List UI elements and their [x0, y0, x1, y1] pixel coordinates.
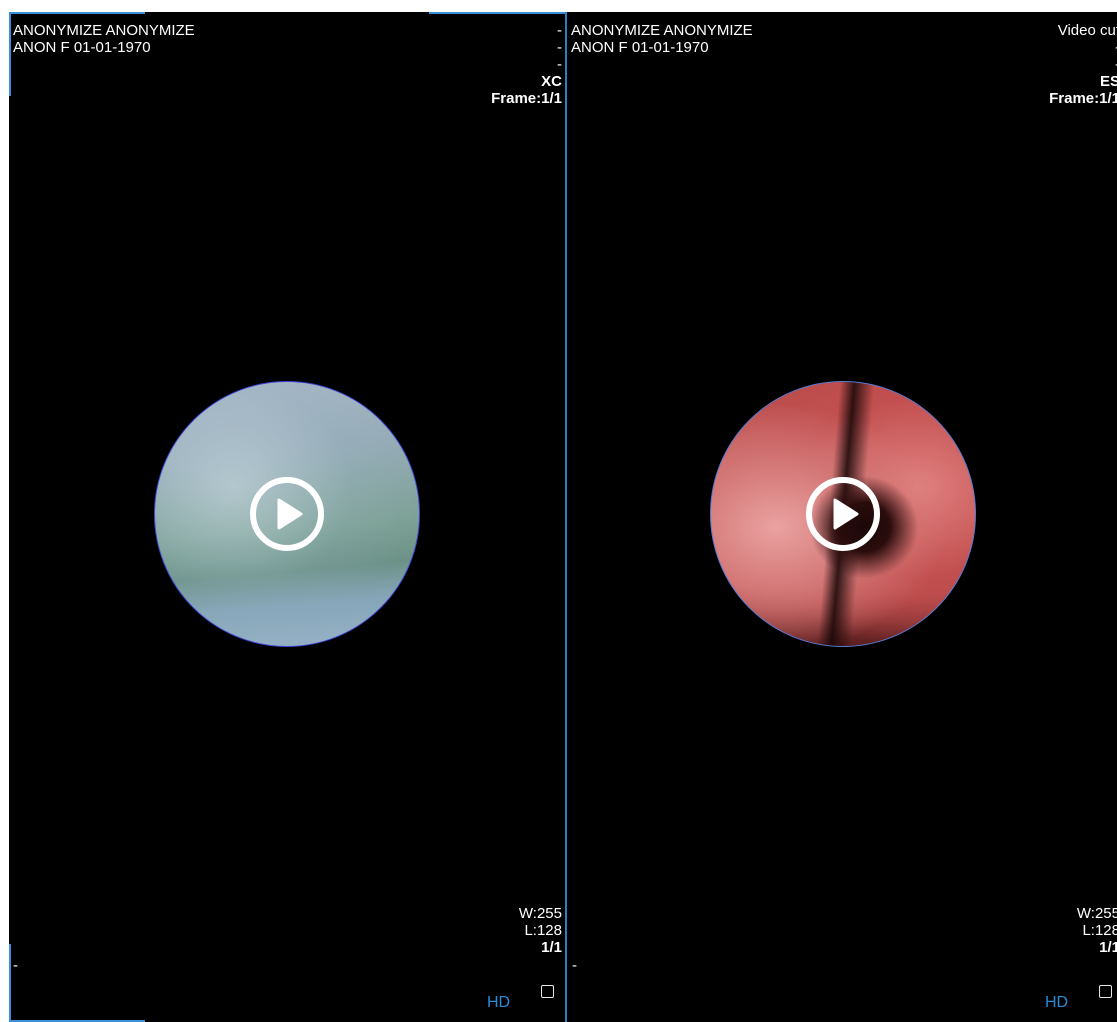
modality: XC: [541, 73, 562, 90]
play-circle-icon[interactable]: [248, 475, 326, 553]
viewport-left[interactable]: ANONYMIZE ANONYMIZE ANON F 01-01-1970 - …: [9, 12, 567, 1022]
window-level: L:128: [524, 922, 562, 939]
patient-name: ANONYMIZE ANONYMIZE: [13, 22, 195, 39]
active-corner-accent: [9, 12, 145, 14]
endoscopy-thumbnail[interactable]: [154, 381, 420, 647]
play-circle-icon[interactable]: [804, 475, 882, 553]
active-corner-accent: [9, 12, 11, 96]
hd-label: HD: [1045, 994, 1069, 1011]
frame-counter: Frame:1/1: [491, 90, 562, 107]
window-level-overlay: W:255 L:128 1/1: [1077, 905, 1117, 956]
dicom-viewer: ANONYMIZE ANONYMIZE ANON F 01-01-1970 - …: [0, 0, 1117, 1022]
window-width: W:255: [1076, 905, 1117, 922]
patient-overlay: ANONYMIZE ANONYMIZE ANON F 01-01-1970: [571, 22, 753, 56]
viewport-right[interactable]: ANONYMIZE ANONYMIZE ANON F 01-01-1970 Vi…: [567, 12, 1117, 1022]
window-level-overlay: W:255 L:128 1/1: [519, 905, 562, 956]
select-checkbox[interactable]: [541, 985, 554, 998]
modality: ES: [1099, 73, 1117, 90]
bottom-left-overlay: -: [572, 957, 577, 974]
image-index: 1/1: [541, 939, 562, 956]
frame-counter: Frame:1/1: [1049, 90, 1117, 107]
patient-info: ANON F 01-01-1970: [13, 39, 151, 56]
window-width: W:255: [518, 905, 562, 922]
bottom-left-overlay: -: [13, 957, 18, 974]
patient-info: ANON F 01-01-1970: [571, 39, 709, 56]
study-line-1: -: [557, 22, 562, 39]
patient-name: ANONYMIZE ANONYMIZE: [571, 22, 753, 39]
study-line-2: -: [557, 39, 562, 56]
study-description: Video cut: [1057, 22, 1117, 39]
study-overlay: - - - XC Frame:1/1: [491, 22, 562, 107]
active-corner-accent: [9, 944, 11, 1022]
active-corner-accent: [429, 12, 565, 14]
patient-overlay: ANONYMIZE ANONYMIZE ANON F 01-01-1970: [13, 22, 195, 56]
hd-label: HD: [487, 994, 511, 1011]
study-line-3: -: [1049, 56, 1117, 73]
window-level: L:128: [1082, 922, 1117, 939]
select-checkbox[interactable]: [1099, 985, 1112, 998]
study-line-2: -: [1049, 39, 1117, 56]
study-line-3: -: [557, 56, 562, 73]
image-index: 1/1: [1099, 939, 1117, 956]
study-overlay: Video cut - - ES Frame:1/1: [1049, 22, 1117, 107]
endoscopy-thumbnail[interactable]: [710, 381, 976, 647]
